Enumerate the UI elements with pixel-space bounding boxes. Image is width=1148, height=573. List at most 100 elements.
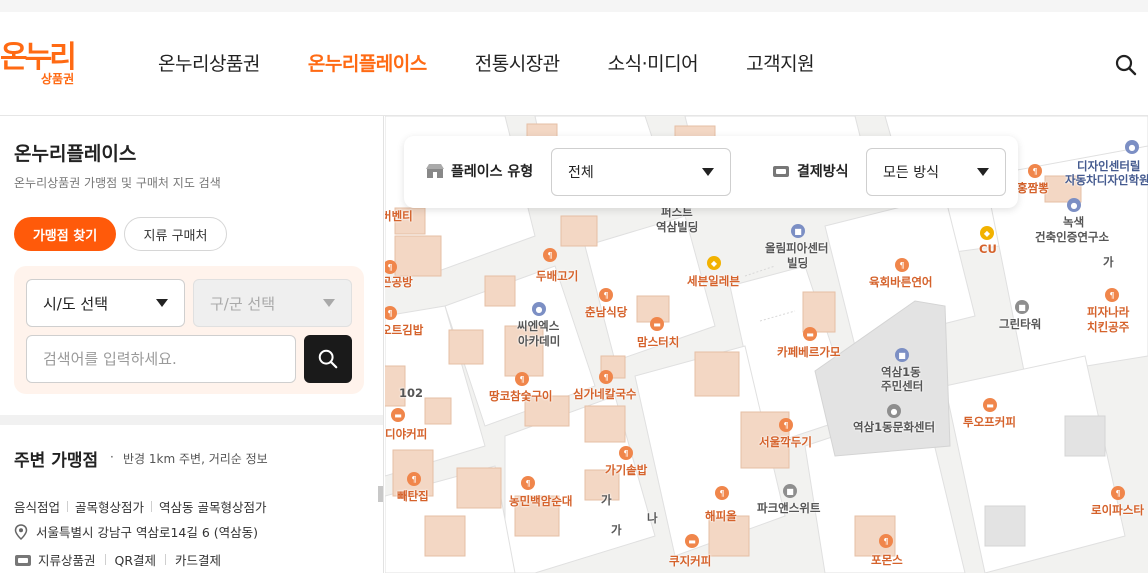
restaurant-icon: ¶ xyxy=(599,370,613,384)
building-icon: ■ xyxy=(783,484,797,498)
map-label: 심가네칼국수 xyxy=(573,387,637,401)
place-type-label: 플레이스 유형 xyxy=(451,164,534,180)
map-label: 카페베르가모 xyxy=(777,345,841,359)
sidebar-description: 온누리상품권 가맹점 및 구매처 지도 검색 xyxy=(14,176,221,190)
map-label: 102 xyxy=(399,386,424,400)
gugun-select-label: 구/군 선택 xyxy=(210,294,276,313)
nav-item-news[interactable]: 소식·미디어 xyxy=(608,50,699,78)
section-divider xyxy=(0,415,383,425)
pay-method-value: 모든 방식 xyxy=(883,165,939,181)
map-label: 쿠지커피 xyxy=(669,554,712,568)
map-label: 가기솥밥 xyxy=(605,463,648,477)
sidebar-scrollbar[interactable] xyxy=(378,486,383,502)
search-icon[interactable] xyxy=(1114,53,1138,77)
restaurant-icon: ¶ xyxy=(1028,164,1042,178)
place-type-label-group: 플레이스 유형 xyxy=(426,161,533,181)
onnuri-logo[interactable]: 온누리 상품권 xyxy=(0,40,90,90)
map-label: 주민센터 xyxy=(881,379,924,393)
map-label: 로이파스타 xyxy=(1091,503,1144,517)
restaurant-icon: ¶ xyxy=(715,486,729,500)
category-tag: 역삼동 골목형상점가 xyxy=(159,500,267,515)
nav-item-voucher[interactable]: 온누리상품권 xyxy=(158,50,260,78)
gugun-select[interactable]: 구/군 선택 xyxy=(193,279,352,327)
keyword-search-input[interactable] xyxy=(26,335,296,383)
map-label: 맘스터치 xyxy=(637,335,680,349)
institute-icon: ● xyxy=(1067,198,1081,212)
shop-icon xyxy=(426,164,444,178)
restaurant-icon: ¶ xyxy=(521,476,535,490)
category-tag: 골목형상점가 xyxy=(75,500,145,515)
sido-select[interactable]: 시/도 선택 xyxy=(26,279,185,327)
map-label: 춘남식당 xyxy=(585,305,628,319)
map-label: CU xyxy=(979,242,997,256)
map-label: 오트김밥 xyxy=(385,323,424,337)
fastfood-icon: ▬ xyxy=(650,317,664,331)
restaurant-icon: ¶ xyxy=(515,372,529,386)
cafe-icon: ▬ xyxy=(983,398,997,412)
tab-find-merchant[interactable]: 가맹점 찾기 xyxy=(14,217,116,251)
restaurant-icon: ¶ xyxy=(895,258,909,272)
nav-item-support[interactable]: 고객지원 xyxy=(746,50,814,78)
map-filter-panel: 플레이스 유형 전체 결제방식 모든 방식 xyxy=(404,136,1018,208)
convenience-store-icon: ◆ xyxy=(980,226,994,240)
payment-tag: 지류상품권 xyxy=(38,553,96,568)
restaurant-icon: ¶ xyxy=(599,288,613,302)
separator xyxy=(165,554,167,565)
restaurant-icon: ¶ xyxy=(779,418,793,432)
map-label: 역삼빌딩 xyxy=(656,220,699,234)
sidebar-title: 온누리플레이스 xyxy=(14,143,137,165)
map-label: 치킨공주 xyxy=(1087,320,1130,334)
map-label: 버벤티 xyxy=(385,209,413,223)
restaurant-icon: ¶ xyxy=(1105,288,1119,302)
map-label: 그린타워 xyxy=(999,317,1042,331)
map-label: 아카데미 xyxy=(518,334,561,348)
map-label: 빌딩 xyxy=(787,256,809,270)
map-label: 빼탄집 xyxy=(397,489,429,503)
restaurant-icon: ¶ xyxy=(879,534,893,548)
caret-down-icon xyxy=(977,168,989,176)
map-label: 디야커피 xyxy=(385,427,428,441)
filter-box: 시/도 선택 구/군 선택 xyxy=(14,266,364,394)
place-type-select[interactable]: 전체 xyxy=(551,148,731,196)
separator xyxy=(151,501,153,512)
top-strip xyxy=(0,0,1148,12)
map-label: 홍짬뽕 xyxy=(1017,181,1049,195)
search-icon xyxy=(318,349,338,369)
search-button[interactable] xyxy=(304,335,352,383)
map-label: 두배고기 xyxy=(536,269,579,283)
separator xyxy=(67,501,69,512)
map-label: 역삼1동문화센터 xyxy=(853,420,936,434)
tab-paper-purchase[interactable]: 지류 구매처 xyxy=(124,217,227,251)
restaurant-icon: ¶ xyxy=(1111,486,1125,500)
cafe-icon: ▬ xyxy=(685,534,699,548)
map-label: 올림피아센터 xyxy=(765,241,829,255)
culture-center-icon: ● xyxy=(887,404,901,418)
restaurant-icon: ¶ xyxy=(543,248,557,262)
caret-down-icon xyxy=(702,168,714,176)
map-label: 가 xyxy=(611,523,622,537)
map-label: 해피올 xyxy=(705,509,737,523)
payment-tag: QR결제 xyxy=(114,553,157,568)
academy-icon: ● xyxy=(532,302,546,316)
place-type-value: 전체 xyxy=(568,165,594,181)
pay-method-label: 결제방식 xyxy=(797,164,849,180)
convenience-store-icon: ◆ xyxy=(707,256,721,270)
cafe-icon: ▬ xyxy=(391,408,405,422)
school-icon: ● xyxy=(1125,140,1139,154)
map-label: 피자나라 xyxy=(1087,305,1130,319)
map-label: 건축인증연구소 xyxy=(1035,230,1110,244)
place-payments-row: 지류상품권 QR결제 카드결제 xyxy=(14,550,221,569)
category-tag: 음식점업 xyxy=(14,500,61,515)
cafe-icon: ▬ xyxy=(803,327,817,341)
caret-down-icon xyxy=(323,299,335,307)
nav-item-place[interactable]: 온누리플레이스 xyxy=(308,50,427,78)
map-label: 녹색 xyxy=(1063,215,1085,229)
pay-method-select[interactable]: 모든 방식 xyxy=(866,148,1006,196)
restaurant-icon: ¶ xyxy=(619,446,633,460)
map-label: 포몬스 xyxy=(871,553,903,567)
place-address: 서울특별시 강남구 역삼로14길 6 (역삼동) xyxy=(36,525,259,540)
map-label: 가 xyxy=(601,493,612,507)
map-label: 파크앤스위트 xyxy=(757,501,821,515)
map-label: 세븐일레븐 xyxy=(687,274,740,288)
nav-item-market[interactable]: 전통시장관 xyxy=(475,50,560,78)
